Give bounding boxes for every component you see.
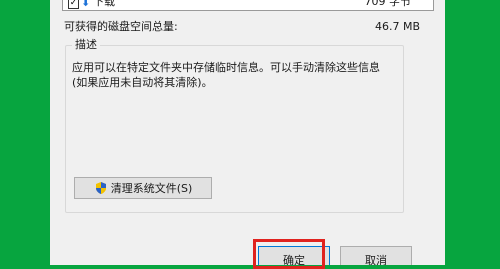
available-space-value: 46.7 MB bbox=[374, 20, 420, 33]
file-list-item-size: 709 字节 bbox=[364, 0, 412, 8]
disk-cleanup-dialog: ✓ ⬇ 下载 709 字节 可获得的磁盘空间总量: 46.7 MB 描述 应用可… bbox=[50, 0, 445, 265]
available-space-label: 可获得的磁盘空间总量: bbox=[64, 20, 178, 33]
file-list-row-downloads[interactable]: ✓ ⬇ 下载 709 字节 bbox=[62, 0, 434, 11]
file-list-item-name: 下载 bbox=[93, 0, 115, 8]
checkbox-downloads[interactable]: ✓ bbox=[68, 0, 79, 9]
cancel-button[interactable]: 取消 bbox=[340, 246, 412, 265]
uac-shield-icon bbox=[95, 182, 106, 194]
download-arrow-icon: ⬇ bbox=[81, 0, 91, 9]
cleanup-system-files-label: 清理系统文件(S) bbox=[110, 182, 193, 195]
cleanup-system-files-button[interactable]: 清理系统文件(S) bbox=[74, 177, 212, 199]
ok-button[interactable]: 确定 bbox=[258, 246, 330, 265]
description-text: 应用可以在特定文件夹中存储临时信息。可以手动清除这些信息(如果应用未自动将其清除… bbox=[72, 61, 380, 89]
description-title: 描述 bbox=[72, 38, 100, 52]
